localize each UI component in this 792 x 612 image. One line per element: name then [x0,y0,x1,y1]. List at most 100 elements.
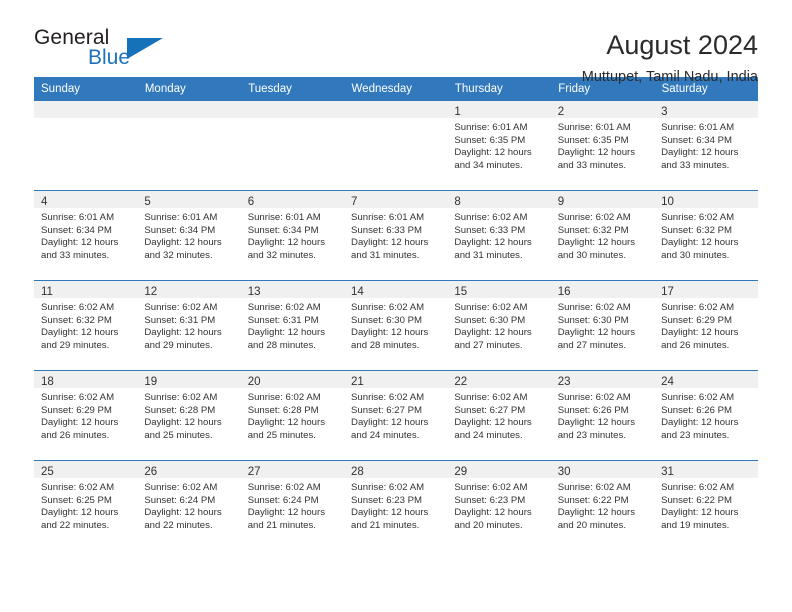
weekday-header-sunday: Sunday [34,77,138,101]
day-cell-5[interactable]: 5 Sunrise: 6:01 AM Sunset: 6:34 PM Daylight… [137,190,241,281]
day-cell-29[interactable]: 29 Sunrise: 6:02 AM Sunset: 6:23 PM Dayligh… [447,460,551,550]
sunrise-line: Sunrise: 6:02 AM [247,482,321,493]
daylight-line: Daylight: 12 hours [41,507,119,519]
sun-info-lines: Sunrise: 6:01 AM Sunset: 6:35 PM Daylight:… [447,118,550,172]
day-cell-10[interactable]: 10 Sunrise: 6:02 AM Sunset: 6:32 PM Dayligh… [654,190,758,281]
day-number-band: 11 [34,281,138,298]
day-number-band: 29 [447,461,551,478]
triangle-icon [127,38,163,59]
day-number-band: 28 [344,461,448,478]
day-cell-15[interactable]: 15 Sunrise: 6:02 AM Sunset: 6:30 PM Dayligh… [447,280,551,371]
day-cell-1[interactable]: 1 Sunrise: 6:01 AM Sunset: 6:35 PM Daylight… [447,101,551,191]
sunrise-line: Sunrise: 6:02 AM [454,302,528,313]
day-cell-8[interactable]: 8 Sunrise: 6:02 AM Sunset: 6:33 PM Daylight… [447,190,551,281]
page-header: General Blue August 2024 Muttupet, Tamil… [34,0,758,85]
day-cell-30[interactable]: 30 Sunrise: 6:02 AM Sunset: 6:22 PM Dayligh… [550,460,655,550]
week-row: 1 Sunrise: 6:01 AM Sunset: 6:35 PM Daylight… [34,101,758,191]
day-cell-22[interactable]: 22 Sunrise: 6:02 AM Sunset: 6:27 PM Dayligh… [447,370,551,461]
title-block: August 2024 Muttupet, Tamil Nadu, India [582,26,758,88]
day-cell-empty [344,101,448,191]
day-number-band: 17 [654,281,758,298]
day-cell-content: 6 Sunrise: 6:01 AM Sunset: 6:34 PM Daylight… [240,191,345,280]
sunrise-line: Sunrise: 6:02 AM [557,482,631,493]
daylight-line-cont: and 32 minutes. [247,249,316,261]
sunset-line: Sunset: 6:30 PM [351,314,422,326]
day-cell-11[interactable]: 11 Sunrise: 6:02 AM Sunset: 6:32 PM Dayligh… [34,280,138,371]
day-cell-24[interactable]: 24 Sunrise: 6:02 AM Sunset: 6:26 PM Dayligh… [654,370,758,461]
sunrise-line: Sunrise: 6:02 AM [661,392,735,403]
day-cell-content: 28 Sunrise: 6:02 AM Sunset: 6:23 PM Dayligh… [344,461,448,550]
day-cell-6[interactable]: 6 Sunrise: 6:01 AM Sunset: 6:34 PM Daylight… [240,190,345,281]
day-cell-content: 10 Sunrise: 6:02 AM Sunset: 6:32 PM Dayligh… [654,191,758,280]
weekday-header-thursday: Thursday [447,77,552,101]
sunrise-line: Sunrise: 6:02 AM [351,302,425,313]
day-number: 25 [41,466,54,478]
day-cell-17[interactable]: 17 Sunrise: 6:02 AM Sunset: 6:29 PM Dayligh… [654,280,758,371]
sunrise-line: Sunrise: 6:01 AM [41,212,115,223]
day-cell-23[interactable]: 23 Sunrise: 6:02 AM Sunset: 6:26 PM Dayligh… [550,370,655,461]
day-number-band: 20 [240,371,345,388]
sunset-line: Sunset: 6:22 PM [557,494,629,506]
sunset-line: Sunset: 6:28 PM [144,404,216,416]
day-number-band: 13 [240,281,345,298]
day-cell-27[interactable]: 27 Sunrise: 6:02 AM Sunset: 6:24 PM Dayligh… [240,460,345,550]
day-number: 20 [247,376,261,388]
day-cell-25[interactable]: 25 Sunrise: 6:02 AM Sunset: 6:25 PM Dayligh… [34,460,138,550]
day-cell-content: 2 Sunrise: 6:01 AM Sunset: 6:35 PM Daylight… [550,101,655,190]
weekday-header-wednesday: Wednesday [344,77,448,101]
day-cell-3[interactable]: 3 Sunrise: 6:01 AM Sunset: 6:34 PM Daylight… [654,101,758,191]
day-cell-4[interactable]: 4 Sunrise: 6:01 AM Sunset: 6:34 PM Daylight… [34,190,138,281]
sun-info-lines: Sunrise: 6:02 AM Sunset: 6:26 PM Daylight:… [654,388,757,442]
day-number: 21 [351,376,364,388]
day-number-band: 8 [447,191,551,208]
day-number-band: 23 [550,371,655,388]
sunrise-line: Sunrise: 6:02 AM [351,392,425,403]
day-cell-31[interactable]: 31 Sunrise: 6:02 AM Sunset: 6:22 PM Dayligh… [654,460,758,550]
day-cell-16[interactable]: 16 Sunrise: 6:02 AM Sunset: 6:30 PM Dayligh… [550,280,655,371]
daylight-line: Daylight: 12 hours [661,417,739,429]
sun-info-lines: Sunrise: 6:02 AM Sunset: 6:32 PM Daylight:… [551,208,654,262]
day-cell-26[interactable]: 26 Sunrise: 6:02 AM Sunset: 6:24 PM Dayligh… [137,460,241,550]
day-number: 12 [144,286,158,298]
sun-info-lines: Sunrise: 6:02 AM Sunset: 6:24 PM Daylight:… [241,478,344,532]
daylight-line-cont: and 30 minutes. [661,249,730,261]
day-number-band: 22 [447,371,551,388]
day-cell-20[interactable]: 20 Sunrise: 6:02 AM Sunset: 6:28 PM Dayligh… [240,370,345,461]
daylight-line-cont: and 20 minutes. [454,519,523,531]
day-cell-content: 7 Sunrise: 6:01 AM Sunset: 6:33 PM Daylight… [344,191,448,280]
daylight-line: Daylight: 12 hours [454,327,532,339]
day-number: 7 [351,196,358,208]
day-number-band: 30 [550,461,655,478]
day-cell-content: 9 Sunrise: 6:02 AM Sunset: 6:32 PM Daylight… [550,191,655,280]
day-cell-19[interactable]: 19 Sunrise: 6:02 AM Sunset: 6:28 PM Dayligh… [137,370,241,461]
day-cell-2[interactable]: 2 Sunrise: 6:01 AM Sunset: 6:35 PM Daylight… [550,101,655,191]
day-cell-9[interactable]: 9 Sunrise: 6:02 AM Sunset: 6:32 PM Daylight… [550,190,655,281]
daylight-line-cont: and 31 minutes. [351,249,420,261]
day-cell-7[interactable]: 7 Sunrise: 6:01 AM Sunset: 6:33 PM Daylight… [344,190,448,281]
sun-info-lines: Sunrise: 6:01 AM Sunset: 6:34 PM Daylight:… [654,118,757,172]
sunrise-line: Sunrise: 6:02 AM [41,392,115,403]
day-cell-21[interactable]: 21 Sunrise: 6:02 AM Sunset: 6:27 PM Dayligh… [344,370,448,461]
brand-logo[interactable]: General Blue [34,26,166,76]
day-cell-12[interactable]: 12 Sunrise: 6:02 AM Sunset: 6:31 PM Dayligh… [137,280,241,371]
sunrise-line: Sunrise: 6:02 AM [144,302,218,313]
sun-info-lines: Sunrise: 6:01 AM Sunset: 6:34 PM Daylight:… [241,208,344,262]
page-title: August 2024 [606,30,758,60]
day-cell-content: 25 Sunrise: 6:02 AM Sunset: 6:25 PM Dayligh… [34,461,138,550]
sunrise-line: Sunrise: 6:02 AM [661,302,735,313]
sunset-line: Sunset: 6:32 PM [661,224,732,236]
day-number: 19 [144,376,158,388]
day-cell-28[interactable]: 28 Sunrise: 6:02 AM Sunset: 6:23 PM Dayligh… [344,460,448,550]
day-number-band: 3 [654,101,758,118]
day-cell-14[interactable]: 14 Sunrise: 6:02 AM Sunset: 6:30 PM Dayligh… [344,280,448,371]
sun-info-lines: Sunrise: 6:02 AM Sunset: 6:30 PM Daylight:… [344,298,447,352]
day-cell-content: 1 Sunrise: 6:01 AM Sunset: 6:35 PM Daylight… [447,101,551,190]
day-cell-13[interactable]: 13 Sunrise: 6:02 AM Sunset: 6:31 PM Dayligh… [240,280,345,371]
daylight-line-cont: and 27 minutes. [557,339,626,351]
day-number-band: 21 [344,371,448,388]
daylight-line-cont: and 24 minutes. [454,429,523,441]
sunset-line: Sunset: 6:23 PM [454,494,526,506]
day-cell-18[interactable]: 18 Sunrise: 6:02 AM Sunset: 6:29 PM Dayligh… [34,370,138,461]
day-number: 8 [454,196,461,208]
day-cell-empty [240,101,345,191]
